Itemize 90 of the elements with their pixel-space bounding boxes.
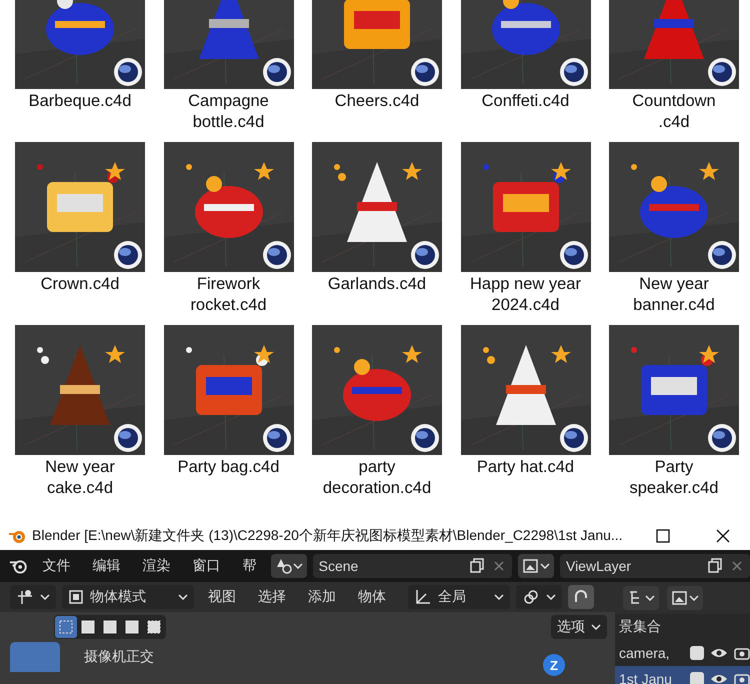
caret-icon — [546, 594, 556, 600]
link-icon — [522, 588, 540, 606]
options-dropdown[interactable]: 选项 — [551, 615, 607, 639]
menu-item[interactable]: 添加 — [300, 588, 344, 606]
orientation-dropdown[interactable]: 全局 — [408, 585, 510, 609]
sphere-icon — [410, 57, 440, 87]
file-name[interactable]: Party speaker.c4d — [630, 457, 718, 499]
close-icon[interactable] — [716, 529, 730, 543]
square-icon — [81, 620, 95, 634]
sphere-icon — [558, 423, 588, 453]
checkbox[interactable] — [690, 646, 704, 660]
file-name[interactable]: Firework rocket.c4d — [190, 274, 267, 316]
selection-mode-button[interactable] — [55, 616, 77, 638]
file-name[interactable]: Barbeque.c4d — [28, 91, 132, 133]
caret-icon — [540, 563, 550, 569]
file-name[interactable]: New year banner.c4d — [633, 274, 715, 316]
caret-icon — [494, 594, 504, 600]
eye-icon[interactable] — [710, 672, 728, 684]
menu-item[interactable]: 物体 — [350, 588, 394, 606]
menu-item[interactable]: 窗口 — [184, 557, 229, 575]
menu-item[interactable]: 选择 — [250, 588, 294, 606]
snap-toggle[interactable] — [568, 585, 594, 609]
sphere-icon — [113, 240, 143, 270]
square-icon — [103, 620, 117, 634]
camera-icon[interactable] — [734, 672, 750, 684]
sphere-icon — [558, 240, 588, 270]
file-name[interactable]: Countdown .c4d — [632, 91, 716, 133]
checkbox[interactable] — [690, 672, 704, 684]
image-icon — [522, 557, 540, 575]
scene-selector[interactable] — [270, 554, 307, 578]
display-mode-dropdown[interactable] — [623, 586, 659, 610]
file-name[interactable]: Party bag.c4d — [178, 457, 280, 499]
caret-icon — [40, 594, 50, 600]
caret-icon — [645, 595, 655, 601]
sphere-icon — [262, 240, 292, 270]
file-name[interactable]: Crown.c4d — [40, 274, 120, 316]
square-icon — [147, 620, 161, 634]
file-name[interactable]: Conffeti.c4d — [482, 91, 570, 133]
outliner-row[interactable]: camera, — [615, 640, 750, 666]
scene-field[interactable]: Scene — [312, 554, 512, 578]
sphere-icon — [262, 57, 292, 87]
gizmo-dropdown[interactable] — [10, 585, 56, 609]
camera-icon[interactable] — [734, 646, 750, 660]
file-name[interactable]: party decoration.c4d — [322, 457, 432, 499]
copy-icon[interactable] — [706, 557, 724, 575]
axis-gizmo[interactable]: Z — [543, 654, 565, 676]
menu-item[interactable]: 渲染 — [134, 557, 179, 575]
window-title: Blender [E:\new\新建文件夹 (13)\C2298-20个新年庆祝图标模型素材\Blender_C2298\1st Janu... — [32, 527, 624, 545]
transform-icon — [16, 588, 34, 606]
scene-icon — [274, 557, 293, 575]
outliner-row[interactable]: 1st Janu — [615, 666, 750, 684]
copy-icon[interactable] — [468, 557, 486, 575]
file-name[interactable]: Party hat.c4d — [476, 457, 574, 499]
filter-dropdown[interactable] — [667, 586, 703, 610]
sphere-icon — [410, 240, 440, 270]
sphere-icon — [410, 423, 440, 453]
maximize-icon[interactable] — [656, 529, 670, 543]
sphere-icon — [558, 57, 588, 87]
caret-icon — [689, 595, 699, 601]
cube-icon — [68, 589, 84, 605]
eye-icon[interactable] — [710, 646, 728, 660]
view-label: 摄像机正交 — [84, 648, 154, 666]
image-icon — [671, 589, 689, 607]
caret-icon — [591, 624, 601, 630]
pivot-dropdown[interactable] — [516, 585, 562, 609]
sphere-icon — [707, 57, 737, 87]
sphere-icon — [707, 240, 737, 270]
file-name[interactable]: Garlands.c4d — [328, 274, 426, 316]
menu-item[interactable]: 帮 — [234, 557, 265, 575]
caret-icon — [292, 563, 303, 569]
view-layer-selector[interactable] — [518, 554, 554, 578]
outliner-header: 景集合 — [619, 618, 662, 636]
blender-logo-icon — [8, 528, 26, 544]
sphere-icon — [113, 423, 143, 453]
axes-icon — [414, 588, 432, 606]
menu-item[interactable]: 编辑 — [84, 557, 129, 575]
dashed-square-icon — [59, 620, 73, 634]
sphere-icon — [262, 423, 292, 453]
file-name[interactable]: Cheers.c4d — [334, 91, 420, 133]
sphere-icon — [707, 423, 737, 453]
menu-item[interactable]: 视图 — [200, 588, 244, 606]
file-name[interactable]: New year cake.c4d — [45, 457, 115, 499]
square-icon — [125, 620, 139, 634]
view-layer-field[interactable]: ViewLayer — [560, 554, 750, 578]
sphere-icon — [113, 57, 143, 87]
caret-icon — [178, 594, 188, 600]
file-name[interactable]: Happ new year 2024.c4d — [470, 274, 581, 316]
file-name[interactable]: Campagne bottle.c4d — [188, 91, 269, 133]
menu-item[interactable]: 文件 — [34, 557, 79, 575]
mode-dropdown[interactable]: 物体模式 — [62, 585, 194, 609]
